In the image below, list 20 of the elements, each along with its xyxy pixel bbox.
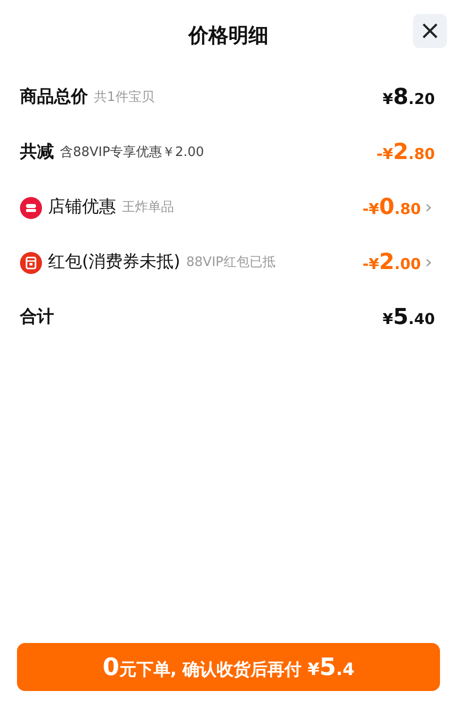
panel-title: 价格明细 — [188, 22, 268, 49]
row-label: 合计 — [20, 306, 54, 329]
price-amount: -¥2.00 — [362, 249, 421, 277]
row-note: 王炸单品 — [122, 198, 174, 217]
shop-icon — [20, 196, 42, 218]
row-note: 含88VIP专享优惠￥2.00 — [60, 144, 204, 162]
row-label: 红包(消费券未抵) — [48, 250, 180, 274]
price-amount: -¥2.80 — [376, 139, 435, 167]
price-amount: ¥5.40 — [382, 304, 435, 332]
envelope-icon — [20, 252, 42, 274]
row-label: 商品总价 — [20, 86, 88, 109]
row-note: 88VIP红包已抵 — [186, 254, 276, 272]
row-label: 店铺优惠 — [48, 196, 116, 219]
price-amount: -¥0.80 — [362, 194, 421, 222]
price-amount: ¥8.20 — [382, 84, 435, 112]
close-button[interactable]: × — [413, 14, 447, 48]
row-label: 共减 — [20, 140, 54, 164]
row-note: 共1件宝贝 — [94, 88, 154, 107]
chevron-icon: › — [425, 198, 435, 216]
chevron-icon: › — [425, 254, 435, 272]
